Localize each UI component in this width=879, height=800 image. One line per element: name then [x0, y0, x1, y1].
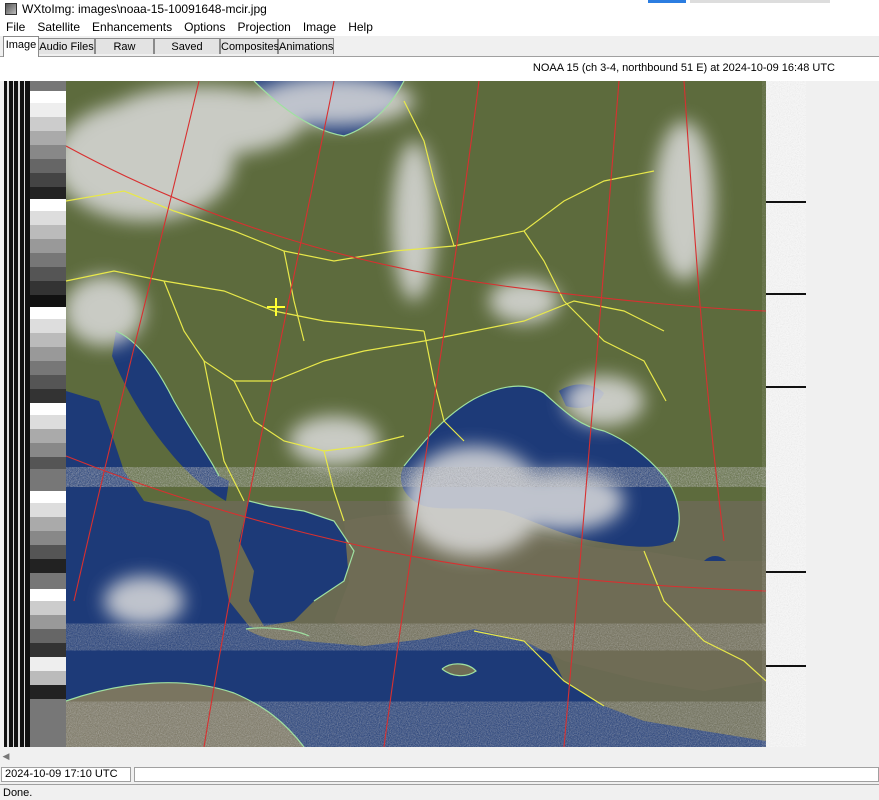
menu-options[interactable]: Options: [178, 20, 231, 34]
tab-composites[interactable]: Composites: [220, 38, 279, 54]
tab-raw-images[interactable]: Raw Images: [95, 38, 154, 69]
tab-animations[interactable]: Animations: [278, 38, 334, 54]
telemetry-wedges: [30, 81, 66, 747]
status-bar-top: 2024-10-09 17:10 UTC: [0, 766, 879, 784]
menu-projection[interactable]: Projection: [231, 20, 296, 34]
noise-band-lower: [66, 626, 766, 648]
menu-enhancements[interactable]: Enhancements: [86, 20, 178, 34]
tab-audio-files[interactable]: Audio Files: [38, 38, 95, 54]
right-telemetry-noise: [766, 81, 806, 747]
menu-help[interactable]: Help: [342, 20, 379, 34]
satellite-image[interactable]: [4, 81, 806, 747]
status-message: Done.: [3, 787, 33, 799]
menu-image[interactable]: Image: [297, 20, 342, 34]
image-pane: ◀: [0, 81, 879, 767]
title-strip: [690, 0, 830, 3]
status-bar-bottom: Done.: [0, 784, 879, 800]
tab-image[interactable]: Image: [3, 36, 39, 57]
image-info-text: NOAA 15 (ch 3-4, northbound 51 E) at 202…: [532, 62, 835, 74]
noise-band: [4, 469, 806, 485]
wxtoimg-app-icon: [5, 3, 17, 15]
tab-bar: Image Audio Files Raw Images Saved Image…: [0, 36, 879, 69]
status-time: 2024-10-09 17:10 UTC: [1, 767, 131, 782]
title-bar: WXtoImg: images\noaa-15-10091648-mcir.jp…: [0, 0, 879, 18]
menu-file[interactable]: File: [0, 20, 31, 34]
menu-bar: File Satellite Enhancements Options Proj…: [0, 18, 879, 36]
title-accent-strip: [648, 0, 686, 3]
image-info-bar: NOAA 15 (ch 3-4, northbound 51 E) at 202…: [0, 57, 879, 81]
arrow-left-icon[interactable]: ◀: [0, 750, 12, 762]
vertical-scrollbar[interactable]: [865, 81, 879, 747]
horizontal-scrollbar[interactable]: ◀: [0, 748, 865, 764]
menu-satellite[interactable]: Satellite: [31, 20, 86, 34]
satellite-image-canvas: [4, 81, 806, 747]
noise-band-bottom: [66, 706, 766, 747]
window-title: WXtoImg: images\noaa-15-10091648-mcir.jp…: [22, 2, 267, 16]
tab-saved-images[interactable]: Saved Images: [154, 38, 220, 69]
status-field: [134, 767, 879, 782]
